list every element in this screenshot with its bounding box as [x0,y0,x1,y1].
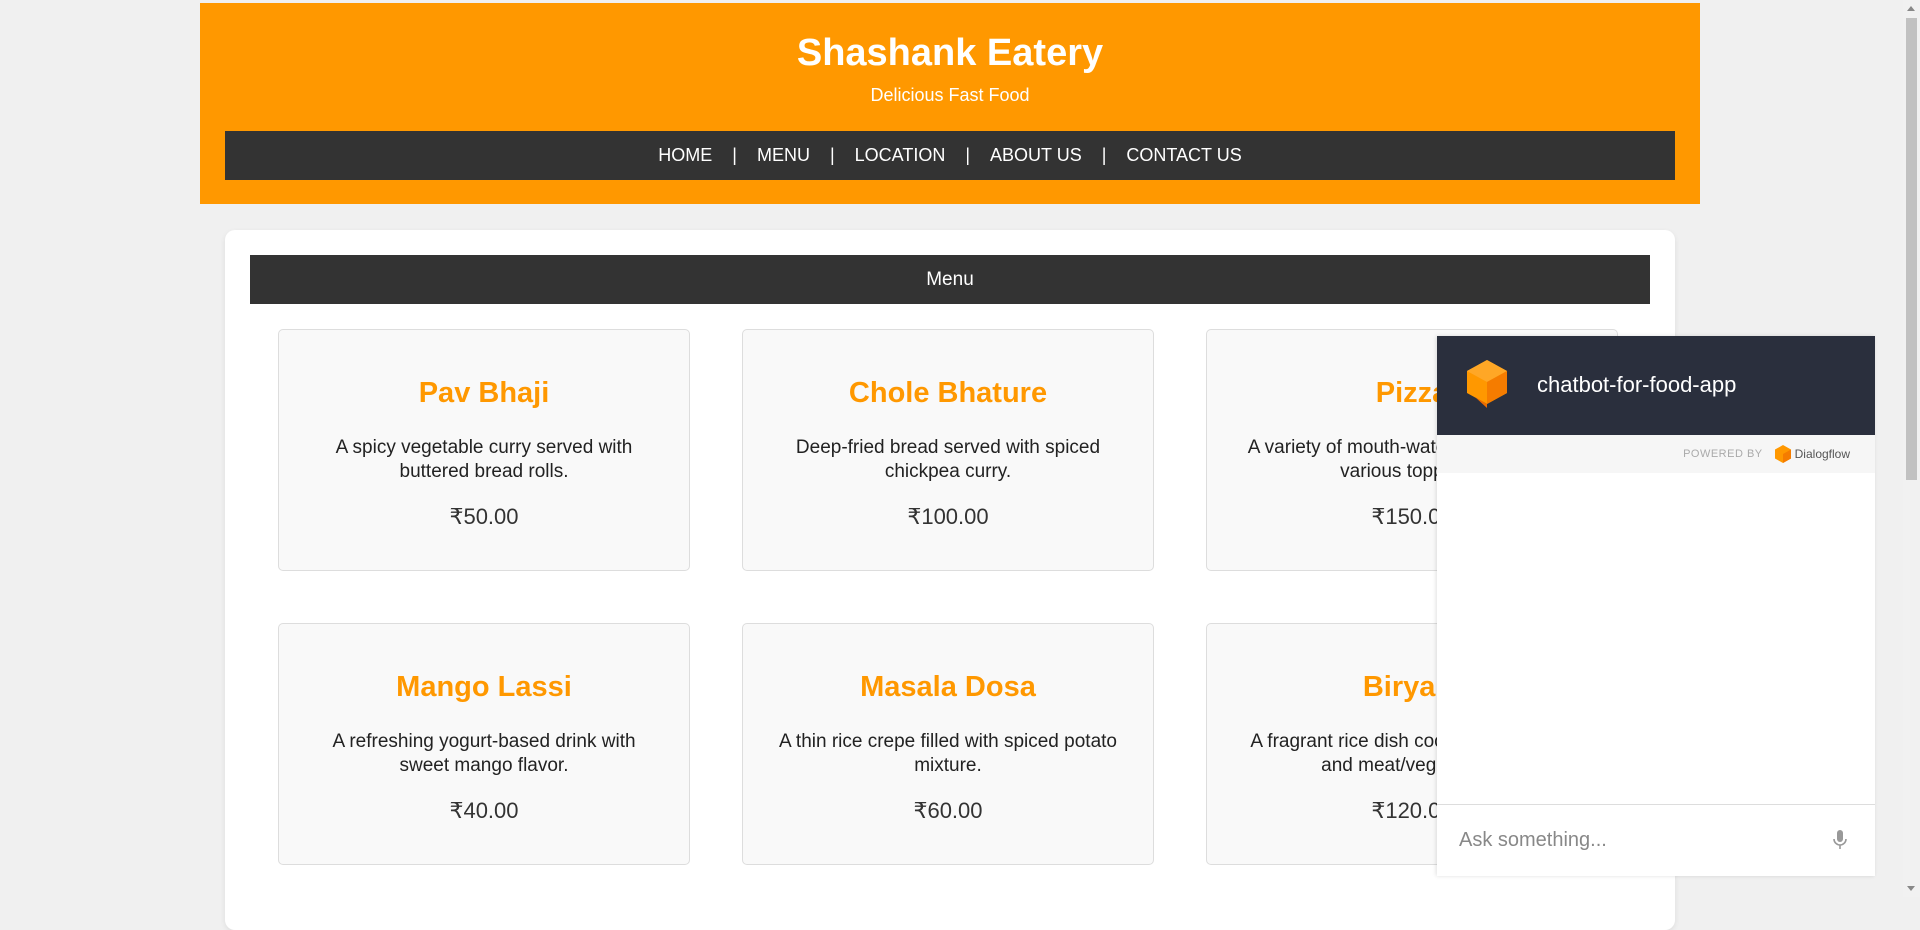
menu-item-card: Chole Bhature Deep-fried bread served wi… [742,329,1154,571]
main-nav: HOME | MENU | LOCATION | ABOUT US | CONT… [225,131,1675,180]
menu-item-name: Pav Bhaji [418,377,550,409]
chat-input[interactable] [1457,823,1801,857]
site-header: Shashank Eatery Delicious Fast Food HOME… [200,3,1700,204]
chatbot-header[interactable]: chatbot-for-food-app [1437,336,1875,435]
chat-input-bar [1437,804,1875,876]
nav-contact-link[interactable]: CONTACT US [1106,145,1261,166]
nav-menu-link[interactable]: MENU [737,145,830,166]
menu-item-price: ₹60.00 [913,798,983,823]
powered-by-label: POWERED BY [1683,448,1763,460]
menu-item-description: Deep-fried bread served with spiced chic… [795,437,1101,482]
menu-item-name: Mango Lassi [396,671,572,703]
nav-location-link[interactable]: LOCATION [835,145,966,166]
menu-item-price: ₹100.00 [907,504,989,529]
site-title: Shashank Eatery [796,32,1104,74]
chatbot-title: chatbot-for-food-app [1537,372,1737,397]
menu-item-card: Masala Dosa A thin rice crepe filled wit… [742,623,1154,865]
powered-by-bar: POWERED BY Dialogflow [1437,435,1875,473]
microphone-icon[interactable] [1832,829,1848,851]
menu-item-name: Masala Dosa [860,671,1036,703]
menu-item-price: ₹40.00 [449,798,519,823]
dialogflow-logo-icon [1467,360,1507,408]
nav-home-link[interactable]: HOME [638,145,732,166]
chatbot-widget: chatbot-for-food-app POWERED BY Dialogfl… [1437,336,1875,876]
scrollbar-thumb[interactable] [1906,18,1917,480]
menu-item-description: A thin rice crepe filled with spiced pot… [779,731,1117,776]
menu-item-card: Mango Lassi A refreshing yogurt-based dr… [278,623,690,865]
dialogflow-small-icon [1774,445,1791,463]
menu-item-description: A refreshing yogurt-based drink with swe… [332,731,636,776]
menu-item-price: ₹50.00 [449,504,519,529]
page-scrollbar[interactable] [1903,0,1920,897]
menu-item-description: A spicy vegetable curry served with butt… [335,437,633,482]
nav-about-link[interactable]: ABOUT US [970,145,1102,166]
dialogflow-brand: Dialogflow [1794,447,1850,461]
menu-item-card: Pav Bhaji A spicy vegetable curry served… [278,329,690,571]
menu-heading: Menu [250,255,1650,304]
scroll-up-arrow-icon[interactable] [1907,6,1915,11]
site-tagline: Delicious Fast Food [870,85,1030,105]
menu-item-name: Chole Bhature [848,377,1048,409]
scroll-down-arrow-icon[interactable] [1907,886,1915,891]
